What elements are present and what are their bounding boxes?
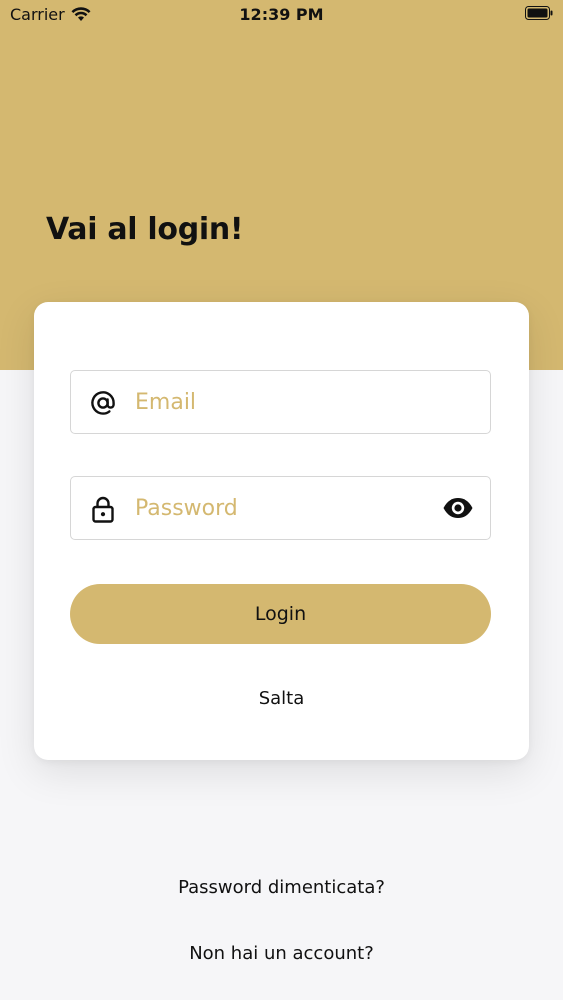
- login-button[interactable]: Login: [70, 584, 491, 644]
- login-card: Login Salta: [34, 302, 529, 760]
- skip-link[interactable]: Salta: [34, 688, 529, 709]
- eye-icon[interactable]: [442, 496, 474, 520]
- password-field[interactable]: [70, 476, 491, 540]
- page-title: Vai al login!: [46, 212, 244, 247]
- no-account-link[interactable]: Non hai un account?: [0, 943, 563, 964]
- status-bar: Carrier 12:39 PM: [0, 0, 563, 30]
- forgot-password-link[interactable]: Password dimenticata?: [0, 877, 563, 898]
- lock-icon: [92, 496, 114, 523]
- battery-icon: [525, 6, 553, 20]
- email-input[interactable]: [135, 371, 435, 433]
- status-time: 12:39 PM: [239, 5, 324, 24]
- at-sign-icon: [91, 391, 115, 415]
- password-input[interactable]: [135, 477, 435, 539]
- email-field[interactable]: [70, 370, 491, 434]
